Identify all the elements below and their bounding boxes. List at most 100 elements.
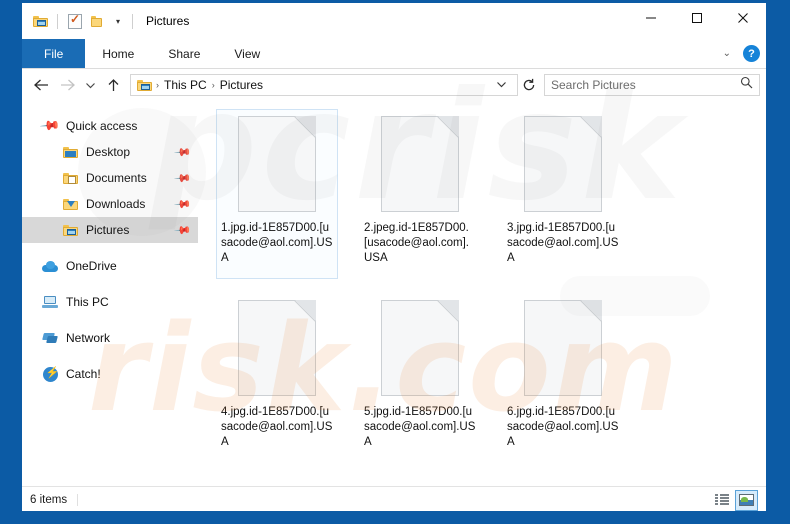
catch-icon [40, 366, 60, 382]
sidebar-item-label: Network [66, 331, 111, 345]
sidebar-item-catch[interactable]: Catch! [22, 361, 198, 387]
tab-view[interactable]: View [217, 39, 277, 68]
sidebar-item-label: Documents [86, 171, 147, 185]
ribbon-tab-bar: File Home Share View ⌄ ? [22, 39, 766, 69]
documents-folder-icon [60, 172, 80, 184]
chevron-down-icon[interactable]: ⌄ [719, 48, 735, 59]
search-input[interactable]: Search Pictures [544, 74, 760, 96]
details-view-button[interactable] [710, 490, 733, 511]
file-name: 1.jpg.id-1E857D00.[usacode@aol.com].USA [221, 222, 333, 264]
file-name: 4.jpg.id-1E857D00.[usacode@aol.com].USA [221, 406, 333, 448]
address-bar: › This PC › Pictures Search Pictures [22, 69, 766, 101]
file-item[interactable]: 3.jpg.id-1E857D00.[usacode@aol.com].USA [502, 109, 624, 279]
file-explorer-window: ▾ Pictures File Home Share View ⌄ ? [22, 3, 766, 511]
up-arrow-icon[interactable] [100, 72, 126, 98]
pin-icon[interactable]: 📌 [174, 221, 193, 239]
blank-file-icon [524, 116, 602, 212]
blank-file-icon [381, 116, 459, 212]
sidebar-item-pictures[interactable]: Pictures 📌 [22, 217, 198, 243]
pin-icon[interactable]: 📌 [174, 195, 193, 213]
downloads-folder-icon [60, 198, 80, 210]
tab-file[interactable]: File [22, 39, 86, 68]
breadcrumb-item-pictures[interactable]: Pictures [216, 78, 267, 92]
file-name: 2.jpeg.id-1E857D00.[usacode@aol.com].USA [364, 222, 470, 264]
blank-file-icon [238, 300, 316, 396]
minimize-button[interactable] [628, 3, 674, 33]
file-grid: 1.jpg.id-1E857D00.[usacode@aol.com].USA … [216, 109, 766, 477]
sidebar-item-onedrive[interactable]: OneDrive [22, 253, 198, 279]
window-controls [628, 3, 766, 33]
pictures-folder-icon [60, 224, 80, 236]
blank-file-icon [524, 300, 602, 396]
file-item[interactable]: 1.jpg.id-1E857D00.[usacode@aol.com].USA [216, 109, 338, 279]
breadcrumb-item-this-pc[interactable]: This PC [160, 78, 211, 92]
search-placeholder-text: Search Pictures [551, 78, 636, 92]
sidebar-item-quick-access[interactable]: 📌 Quick access [22, 113, 198, 139]
navigation-pane: 📌 Quick access Desktop 📌 Documents 📌 Dow… [22, 101, 198, 486]
item-count-label: 6 items [30, 494, 79, 506]
toolbar-divider [57, 13, 58, 29]
pin-icon: 📌 [39, 114, 62, 137]
breadcrumb[interactable]: › This PC › Pictures [130, 74, 518, 96]
tab-share[interactable]: Share [151, 39, 217, 68]
forward-arrow-icon[interactable] [54, 72, 80, 98]
file-item[interactable]: 4.jpg.id-1E857D00.[usacode@aol.com].USA [216, 293, 338, 463]
pictures-folder-icon[interactable] [30, 11, 50, 31]
file-name: 6.jpg.id-1E857D00.[usacode@aol.com].USA [507, 406, 619, 448]
sidebar-item-desktop[interactable]: Desktop 📌 [22, 139, 198, 165]
network-icon [40, 332, 60, 344]
file-name: 5.jpg.id-1E857D00.[usacode@aol.com].USA [364, 406, 476, 448]
tab-home[interactable]: Home [85, 39, 151, 68]
help-icon[interactable]: ? [743, 45, 760, 62]
title-bar: ▾ Pictures [22, 3, 766, 39]
properties-icon[interactable] [65, 11, 85, 31]
breadcrumb-folder-icon [137, 79, 152, 91]
desktop-folder-icon [60, 146, 80, 158]
sidebar-item-label: Pictures [86, 223, 130, 237]
sidebar-item-label: Downloads [86, 197, 146, 211]
view-mode-buttons [710, 489, 758, 511]
file-item[interactable]: 6.jpg.id-1E857D00.[usacode@aol.com].USA [502, 293, 624, 463]
toolbar-divider-2 [132, 13, 133, 29]
pin-icon[interactable]: 📌 [174, 169, 193, 187]
search-icon[interactable] [740, 76, 753, 94]
blank-file-icon [381, 300, 459, 396]
file-item[interactable]: 5.jpg.id-1E857D00.[usacode@aol.com].USA [359, 293, 481, 463]
ribbon-right-controls: ⌄ ? [719, 39, 760, 68]
blank-file-icon [238, 116, 316, 212]
breadcrumb-dropdown-icon[interactable] [490, 80, 513, 91]
thumbnail-view-icon [739, 494, 754, 506]
sidebar-item-label: OneDrive [66, 259, 117, 273]
sidebar-item-network[interactable]: Network [22, 325, 198, 351]
customize-dropdown-icon[interactable]: ▾ [111, 11, 125, 31]
refresh-icon[interactable] [518, 74, 540, 96]
sidebar-item-label: Desktop [86, 145, 131, 159]
file-name: 3.jpg.id-1E857D00.[usacode@aol.com].USA [507, 222, 619, 264]
sidebar-item-this-pc[interactable]: This PC [22, 289, 198, 315]
cloud-icon [40, 260, 60, 272]
large-icons-view-button[interactable] [735, 489, 758, 511]
status-bar: 6 items [22, 486, 766, 511]
computer-icon [40, 296, 60, 308]
sidebar-item-downloads[interactable]: Downloads 📌 [22, 191, 198, 217]
sidebar-item-label: Catch! [66, 367, 101, 381]
new-folder-icon[interactable] [88, 11, 108, 31]
list-view-icon [714, 494, 729, 506]
recent-locations-chevron-icon[interactable] [80, 72, 100, 98]
quick-access-toolbar: ▾ [22, 11, 137, 31]
explorer-body: 📌 Quick access Desktop 📌 Documents 📌 Dow… [22, 101, 766, 486]
sidebar-item-label: This PC [66, 295, 109, 309]
back-arrow-icon[interactable] [28, 72, 54, 98]
window-title: Pictures [146, 14, 190, 28]
file-list-view[interactable]: 1.jpg.id-1E857D00.[usacode@aol.com].USA … [198, 101, 766, 486]
file-item[interactable]: 2.jpeg.id-1E857D00.[usacode@aol.com].USA [359, 109, 481, 279]
sidebar-item-documents[interactable]: Documents 📌 [22, 165, 198, 191]
sidebar-item-label: Quick access [66, 119, 138, 133]
maximize-button[interactable] [674, 3, 720, 33]
pin-icon[interactable]: 📌 [174, 143, 193, 161]
close-button[interactable] [720, 3, 766, 33]
